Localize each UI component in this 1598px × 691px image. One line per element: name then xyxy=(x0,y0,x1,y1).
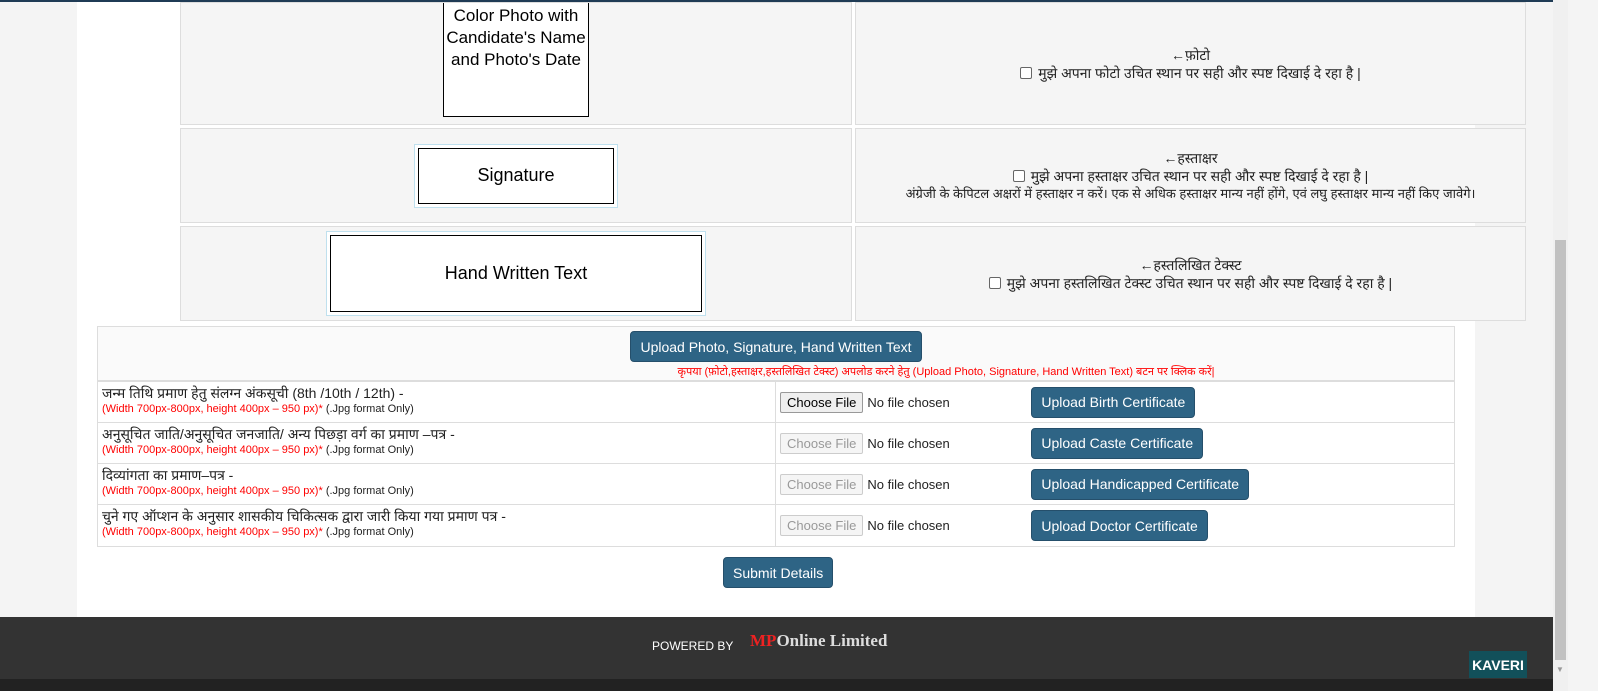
certificate-row: चुने गए ऑप्शन के अनुसार शासकीय चिकित्सक … xyxy=(98,505,1454,546)
file-status: No file chosen xyxy=(867,394,950,410)
certificate-title: अनुसूचित जाति/अनुसूचित जनजाति/ अन्य पिछड… xyxy=(102,426,455,442)
signature-confirm-cell: ←हस्ताक्षर मुझे अपना हस्ताक्षर उचित स्था… xyxy=(855,128,1526,223)
choose-file-button[interactable]: Choose File xyxy=(780,432,864,454)
signature-arrow-label: ←हस्ताक्षर xyxy=(1163,149,1218,166)
upload-certificate-button[interactable]: Upload Birth Certificate xyxy=(1031,386,1196,418)
certificate-row: दिव्यांगता का प्रमाण–पत्र - (Width 700px… xyxy=(98,464,1454,505)
format-requirement: (.Jpg format Only) xyxy=(322,526,414,538)
signature-confirm-checkbox[interactable] xyxy=(1012,169,1025,182)
handwritten-confirm-cell: ←हस्तलिखित टेक्स्ट मुझे अपना हस्तलिखित ट… xyxy=(855,226,1526,321)
file-status: No file chosen xyxy=(867,476,950,492)
powered-by-text: POWERED BY xyxy=(652,639,734,653)
certificate-title: जन्म तिथि प्रमाण हेतु संलग्न अंकसूची (8t… xyxy=(102,385,404,401)
photo-arrow-label: ←फ़ोटो xyxy=(1170,46,1211,63)
handwritten-row: Hand Written Text ←हस्तलिखित टेक्स्ट मुझ… xyxy=(180,226,1526,321)
size-requirement: (Width 700px-800px, height 400px – 950 p… xyxy=(102,526,323,538)
image-preview-table: Color Photo with Candidate's Name and Ph… xyxy=(180,2,1526,324)
scroll-down-arrow-icon[interactable]: ▼ xyxy=(1556,665,1564,674)
certificate-label-cell: अनुसूचित जाति/अनुसूचित जनजाति/ अन्य पिछड… xyxy=(98,423,776,463)
upload-certificate-button[interactable]: Upload Handicapped Certificate xyxy=(1031,468,1250,500)
submit-details-button[interactable]: Submit Details xyxy=(723,557,834,588)
certificate-label-cell: जन्म तिथि प्रमाण हेतु संलग्न अंकसूची (8t… xyxy=(98,382,776,422)
handwritten-arrow-label: ←हस्तलिखित टेक्स्ट xyxy=(1139,256,1242,273)
choose-file-button[interactable]: Choose File xyxy=(780,473,864,495)
handwritten-preview-cell: Hand Written Text xyxy=(180,226,852,321)
certificate-title: चुने गए ऑप्शन के अनुसार शासकीय चिकित्सक … xyxy=(102,508,506,524)
certificate-label-cell: दिव्यांगता का प्रमाण–पत्र - (Width 700px… xyxy=(98,464,776,504)
photo-placeholder: Color Photo with Candidate's Name and Ph… xyxy=(443,3,589,117)
upload-photo-signature-button[interactable]: Upload Photo, Signature, Hand Written Te… xyxy=(630,331,922,362)
signature-confirm-text: मुझे अपना हस्ताक्षर उचित स्थान पर सही और… xyxy=(1030,167,1369,184)
upload-certificate-button[interactable]: Upload Doctor Certificate xyxy=(1031,510,1208,541)
size-requirement: (Width 700px-800px, height 400px – 950 p… xyxy=(102,403,323,415)
signature-preview-cell: Signature xyxy=(180,128,852,223)
bottom-bar xyxy=(0,679,1553,691)
certificate-title: दिव्यांगता का प्रमाण–पत्र - xyxy=(102,467,234,483)
scrollbar-thumb[interactable] xyxy=(1555,240,1566,660)
size-requirement: (Width 700px-800px, height 400px – 950 p… xyxy=(102,444,323,456)
signature-row: Signature ←हस्ताक्षर मुझे अपना हस्ताक्षर… xyxy=(180,128,1526,223)
photo-preview-cell: Color Photo with Candidate's Name and Ph… xyxy=(180,2,852,125)
format-requirement: (.Jpg format Only) xyxy=(322,485,414,497)
photo-row: Color Photo with Candidate's Name and Ph… xyxy=(180,2,1526,125)
mponline-logo: MPOnline Limited xyxy=(750,631,888,650)
signature-placeholder: Signature xyxy=(418,147,614,204)
handwritten-frame: Hand Written Text xyxy=(326,231,706,316)
handwritten-placeholder: Hand Written Text xyxy=(330,235,702,312)
file-status: No file chosen xyxy=(867,518,950,533)
photo-confirm-text: मुझे अपना फोटो उचित स्थान पर सही और स्पष… xyxy=(1038,64,1361,81)
signature-note: अंग्रेजी के केपिटल अक्षरों में हस्ताक्षर… xyxy=(905,185,1476,201)
footer: POWERED BY MPOnline Limited KAVERI xyxy=(0,617,1553,679)
kaveri-badge: KAVERI xyxy=(1469,651,1527,678)
certificate-table: जन्म तिथि प्रमाण हेतु संलग्न अंकसूची (8t… xyxy=(97,381,1455,547)
format-requirement: (.Jpg format Only) xyxy=(322,444,414,456)
signature-frame: Signature xyxy=(414,143,618,208)
upload-certificate-button[interactable]: Upload Caste Certificate xyxy=(1031,427,1204,459)
certificate-label-cell: चुने गए ऑप्शन के अनुसार शासकीय चिकित्सक … xyxy=(98,505,776,546)
file-status: No file chosen xyxy=(867,435,950,451)
size-requirement: (Width 700px-800px, height 400px – 950 p… xyxy=(102,485,323,497)
handwritten-confirm-text: मुझे अपना हस्तलिखित टेक्स्ट उचित स्थान प… xyxy=(1006,274,1393,291)
choose-file-button[interactable]: Choose File xyxy=(780,515,864,536)
photo-confirm-cell: ←फ़ोटो मुझे अपना फोटो उचित स्थान पर सही … xyxy=(855,2,1526,125)
photo-confirm-checkbox[interactable] xyxy=(1020,66,1033,79)
upload-main-row: Upload Photo, Signature, Hand Written Te… xyxy=(97,326,1455,381)
certificate-row: अनुसूचित जाति/अनुसूचित जनजाति/ अन्य पिछड… xyxy=(98,423,1454,464)
format-requirement: (.Jpg format Only) xyxy=(322,403,414,415)
choose-file-button[interactable]: Choose File xyxy=(780,391,864,413)
upload-instruction: कृपया (फ़ोटो,हस्ताक्षर,हस्तलिखित टेक्स्ट… xyxy=(677,366,1215,378)
handwritten-confirm-checkbox[interactable] xyxy=(988,276,1001,289)
vertical-scrollbar[interactable]: ▼ xyxy=(1553,0,1568,691)
certificate-row: जन्म तिथि प्रमाण हेतु संलग्न अंकसूची (8t… xyxy=(98,382,1454,423)
